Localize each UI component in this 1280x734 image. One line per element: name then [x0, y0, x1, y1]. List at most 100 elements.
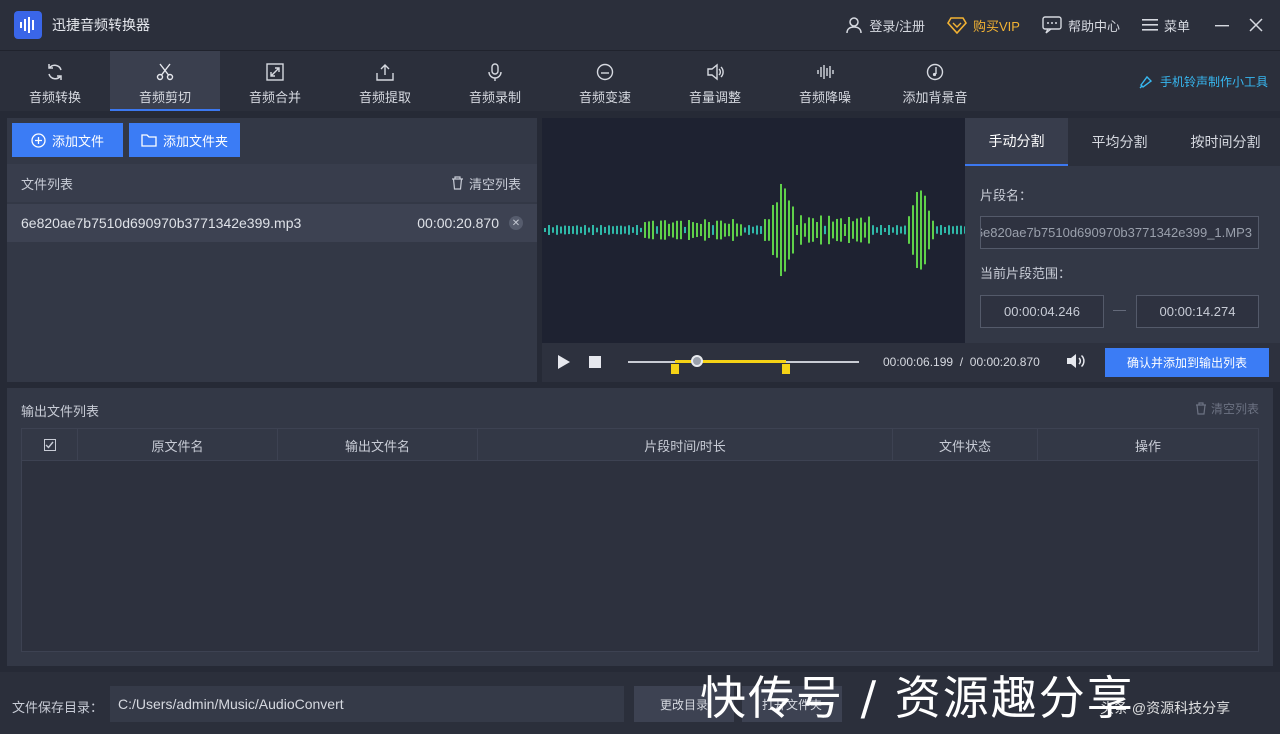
tab-manual-split[interactable]: 手动分割 — [965, 118, 1068, 166]
waveform-bar — [696, 222, 698, 238]
stop-button[interactable] — [589, 356, 601, 371]
tab-add-background[interactable]: 添加背景音 — [880, 51, 990, 111]
waveform-bar — [904, 225, 906, 235]
clock-icon — [596, 63, 614, 81]
selection-start-handle[interactable] — [670, 364, 679, 374]
add-folder-button[interactable]: 添加文件夹 — [129, 123, 240, 157]
waveform-bar — [736, 223, 738, 237]
tab-noise-reduction[interactable]: 音频降噪 — [770, 51, 880, 111]
folder-icon — [141, 134, 157, 147]
time-separator: / — [959, 355, 964, 369]
menu-button[interactable]: 菜单 — [1141, 16, 1190, 35]
waveform-bar — [796, 224, 798, 236]
feature-tabs: 音频转换 音频剪切 音频合并 音频提取 音频录制 音频变速 音量调整 音频降噪 … — [0, 50, 1280, 111]
tab-volume-adjust[interactable]: 音量调整 — [660, 51, 770, 111]
clear-list-button[interactable]: 清空列表 — [451, 174, 521, 193]
tab-audio-convert[interactable]: 音频转换 — [0, 51, 110, 111]
waveform-icon — [817, 65, 834, 79]
file-duration: 00:00:20.870 — [417, 215, 499, 231]
waveform-bar — [720, 220, 722, 240]
help-label: 帮助中心 — [1067, 18, 1120, 34]
file-row[interactable]: 6e820ae7b7510d690970b3771342e399.mp3 00:… — [7, 204, 537, 242]
tab-label: 音量调整 — [688, 90, 741, 105]
current-time: 00:00:06.199 — [883, 355, 954, 369]
confirm-add-output-button[interactable]: 确认并添加到输出列表 — [1105, 348, 1269, 377]
segment-name-input[interactable]: 6e820ae7b7510d690970b3771342e399_1.MP3 — [980, 216, 1259, 249]
waveform-bar — [612, 226, 614, 234]
output-clear-button[interactable]: 清空列表 — [1195, 400, 1259, 417]
waveform-bar — [688, 220, 690, 240]
remove-file-icon[interactable]: ✕ — [509, 216, 523, 230]
range-start-input[interactable]: 00:00:04.246 — [980, 295, 1104, 328]
waveform-bar — [772, 204, 774, 256]
close-button[interactable] — [1246, 15, 1266, 35]
waveform-bar — [684, 226, 686, 234]
app-logo-icon — [14, 11, 42, 39]
tab-time-split[interactable]: 按时间分割 — [1171, 118, 1280, 166]
waveform-bar — [664, 220, 666, 240]
waveform-bar — [792, 206, 794, 254]
waveform-bar — [944, 226, 946, 234]
waveform-bar — [872, 225, 874, 235]
select-all-cell — [22, 429, 78, 461]
range-end-input[interactable]: 00:00:14.274 — [1136, 295, 1259, 328]
waveform-bar — [832, 221, 834, 239]
login-button[interactable]: 登录/注册 — [845, 16, 925, 35]
minimize-button[interactable] — [1212, 15, 1232, 35]
waveform-bar — [704, 219, 706, 241]
waveform-bar — [548, 225, 550, 235]
column-header: 原文件名 — [78, 429, 278, 461]
waveform-bar — [948, 225, 950, 235]
file-name: 6e820ae7b7510d690970b3771342e399.mp3 — [21, 215, 302, 231]
waveform-bar — [728, 223, 730, 237]
tab-average-split[interactable]: 平均分割 — [1068, 118, 1171, 166]
login-label: 登录/注册 — [869, 18, 925, 34]
waveform-bar — [668, 223, 670, 237]
buy-vip-button[interactable]: 购买VIP — [947, 16, 1020, 35]
tab-audio-cut[interactable]: 音频剪切 — [110, 51, 220, 111]
waveform-bar — [884, 227, 886, 233]
waveform-bar — [788, 200, 790, 260]
vip-label: 购买VIP — [973, 18, 1020, 34]
chat-icon — [1042, 16, 1062, 34]
waveform-bar — [780, 183, 782, 277]
play-button[interactable] — [557, 354, 571, 373]
help-center-button[interactable]: 帮助中心 — [1042, 16, 1120, 35]
output-section: 输出文件列表 清空列表 原文件名 输出文件名 片段时间/时长 文件状态 操作 — [7, 388, 1273, 666]
ringtone-tool-link[interactable]: 手机铃声制作小工具 — [1138, 73, 1268, 90]
selection-end-handle[interactable] — [782, 364, 790, 374]
waveform-bar — [860, 217, 862, 243]
tab-audio-speed[interactable]: 音频变速 — [550, 51, 660, 111]
waveform-bar — [908, 216, 910, 244]
segment-name-label: 片段名： — [980, 188, 1033, 203]
tab-label: 音频变速 — [578, 90, 631, 105]
waveform-bar — [600, 225, 602, 235]
waveform-panel[interactable] — [542, 118, 966, 343]
select-all-checkbox[interactable] — [43, 439, 56, 451]
save-path-input[interactable]: C:/Users/admin/Music/AudioConvert — [110, 686, 624, 722]
column-header: 文件状态 — [893, 429, 1038, 461]
add-file-button[interactable]: 添加文件 — [12, 123, 123, 157]
merge-icon — [266, 63, 284, 81]
tab-audio-merge[interactable]: 音频合并 — [220, 51, 330, 111]
waveform-bar — [824, 225, 826, 235]
tab-audio-record[interactable]: 音频录制 — [440, 51, 550, 111]
waveform-bar — [604, 226, 606, 234]
waveform-bar — [848, 216, 850, 244]
waveform-bar — [960, 225, 962, 235]
waveform-bar — [876, 227, 878, 233]
waveform-bar — [784, 188, 786, 272]
waveform-bar — [828, 215, 830, 245]
playhead-handle[interactable] — [690, 355, 703, 367]
save-dir-label: 文件保存目录： — [12, 700, 104, 715]
volume-button[interactable] — [1066, 352, 1086, 373]
tab-audio-extract[interactable]: 音频提取 — [330, 51, 440, 111]
waveform-bar — [956, 225, 958, 235]
waveform-bar — [544, 228, 546, 232]
waveform-bar — [804, 223, 806, 237]
output-table: 原文件名 输出文件名 片段时间/时长 文件状态 操作 — [21, 428, 1259, 652]
waveform-bar — [868, 216, 870, 244]
plus-circle-icon — [31, 132, 46, 148]
waveform-bar — [888, 225, 890, 235]
waveform-bar — [580, 226, 582, 234]
